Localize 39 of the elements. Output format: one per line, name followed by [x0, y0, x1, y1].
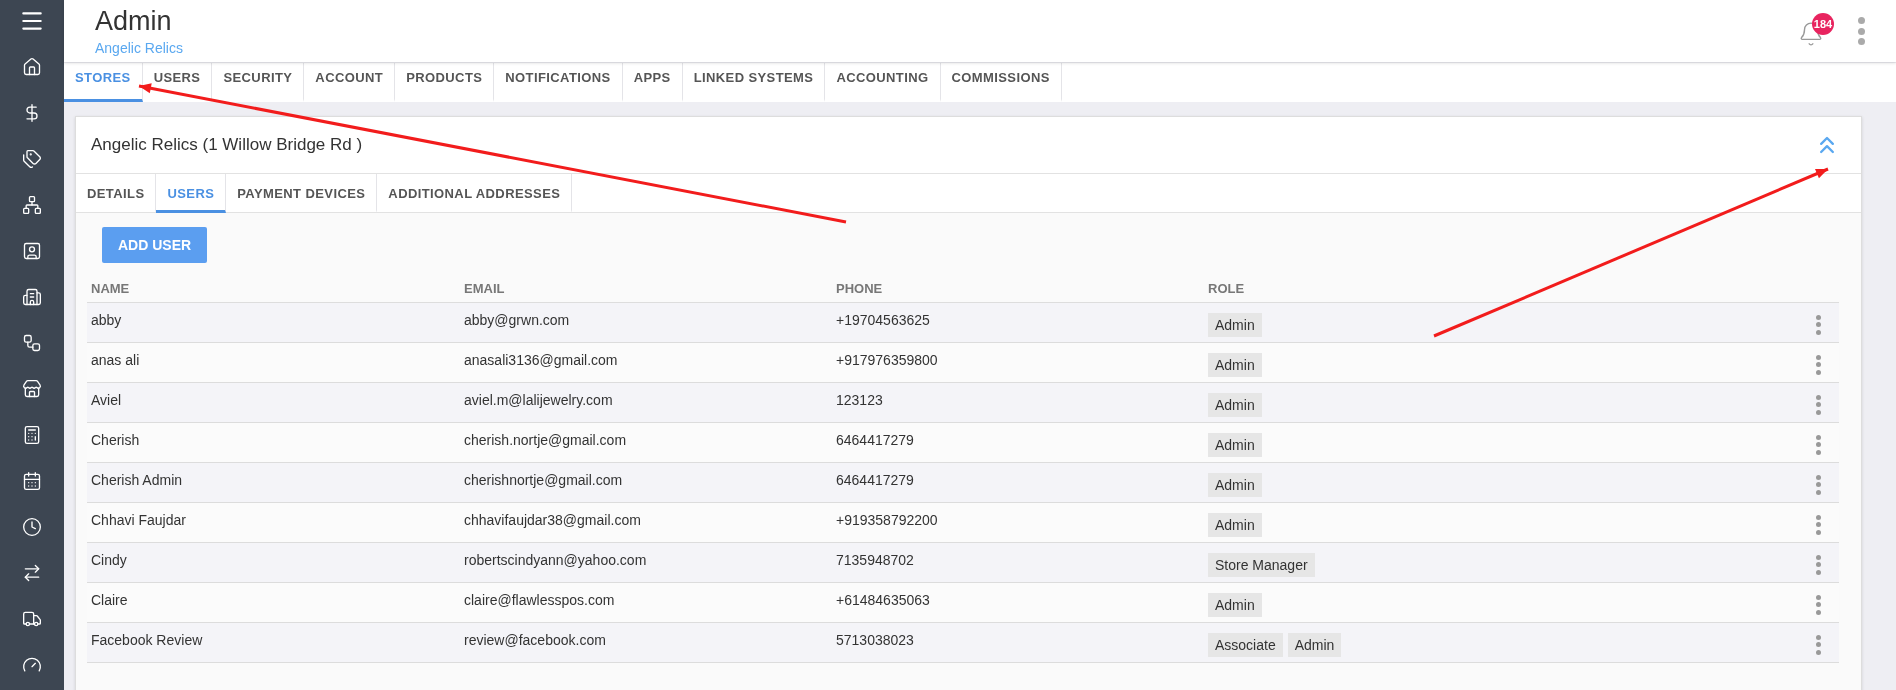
- phone-cell: 7135948702: [832, 543, 1204, 583]
- phone-cell: 6464417279: [832, 463, 1204, 503]
- nav-tab[interactable]: SECURITY: [212, 63, 305, 102]
- email-cell: robertscindyann@yahoo.com: [460, 543, 832, 583]
- role-tag: Admin: [1208, 472, 1262, 497]
- role-tag: Admin: [1208, 432, 1262, 457]
- name-cell: Aviel: [87, 383, 460, 423]
- phone-cell: +19704563625: [832, 303, 1204, 343]
- role-tag: Admin: [1208, 592, 1262, 617]
- email-cell: aviel.m@lalijewelry.com: [460, 383, 832, 423]
- name-cell: Facebook Review: [87, 623, 460, 663]
- role-tag: Admin: [1208, 312, 1262, 337]
- nav-tab[interactable]: ACCOUNT: [304, 63, 396, 102]
- role-tag: Admin: [1208, 512, 1262, 537]
- store-title: Angelic Relics (1 Willow Bridge Rd ): [91, 135, 363, 155]
- email-cell: abby@grwn.com: [460, 303, 832, 343]
- nav-tab[interactable]: LINKED SYSTEMS: [682, 63, 826, 102]
- page-title: Admin: [95, 6, 173, 36]
- role-tag: Admin: [1208, 352, 1262, 377]
- store-tab[interactable]: DETAILS: [76, 174, 157, 213]
- nav-tab[interactable]: ACCOUNTING: [825, 63, 941, 102]
- role-tag: Associate: [1208, 632, 1283, 657]
- email-cell: cherishnortje@gmail.com: [460, 463, 832, 503]
- nav-tab[interactable]: COMMISSIONS: [940, 63, 1062, 102]
- email-cell: review@facebook.com: [460, 623, 832, 663]
- name-cell: abby: [87, 303, 460, 343]
- nav-tab[interactable]: PRODUCTS: [395, 63, 495, 102]
- nav-tab[interactable]: NOTIFICATIONS: [494, 63, 623, 102]
- name-cell: Cherish Admin: [87, 463, 460, 503]
- store-tab[interactable]: PAYMENT DEVICES: [226, 174, 378, 213]
- notification-badge: 184: [1812, 13, 1834, 35]
- phone-cell: 5713038023: [832, 623, 1204, 663]
- role-tag: Store Manager: [1208, 552, 1315, 577]
- role-tag: Admin: [1208, 392, 1262, 417]
- role-tag: Admin: [1287, 632, 1342, 657]
- store-tab[interactable]: ADDITIONAL ADDRESSES: [377, 174, 573, 213]
- phone-cell: 123123: [832, 383, 1204, 423]
- nav-tab[interactable]: APPS: [622, 63, 683, 102]
- name-cell: Cindy: [87, 543, 460, 583]
